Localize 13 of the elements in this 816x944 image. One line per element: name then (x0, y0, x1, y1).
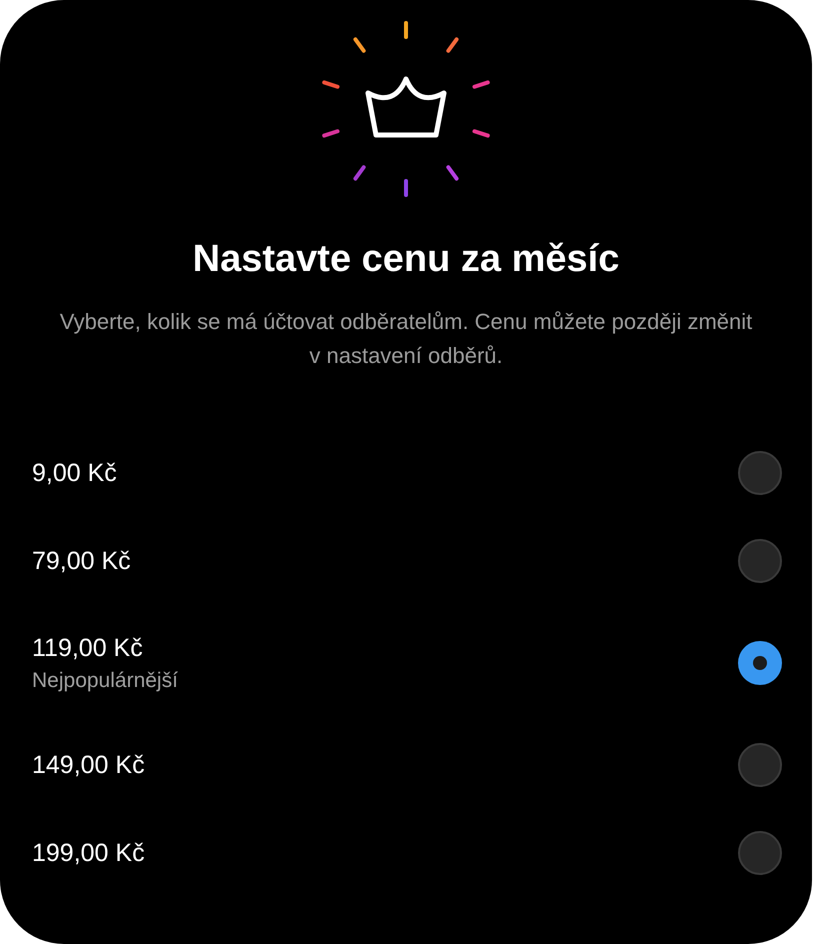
radio-button[interactable] (738, 743, 782, 787)
description: Vyberte, kolik se má účtovat odběratelům. Cenu můžete později změnit v nastavení odběrů. (58, 308, 754, 370)
price-label: 119,00 Kč (32, 634, 144, 662)
price-note: Nejpopulárnější (32, 668, 178, 692)
radio-button[interactable] (738, 539, 782, 583)
radio-button[interactable] (738, 451, 782, 495)
price-label: 9,00 Kč (32, 458, 117, 488)
price-label: 79,00 Kč (32, 546, 131, 576)
radio-button[interactable] (738, 831, 782, 875)
radio-button[interactable] (738, 641, 782, 685)
title: Nastavte cenu za měsíc (192, 238, 620, 281)
price-label: 199,00 Kč (32, 838, 145, 868)
price-label: 149,00 Kč (32, 750, 145, 780)
